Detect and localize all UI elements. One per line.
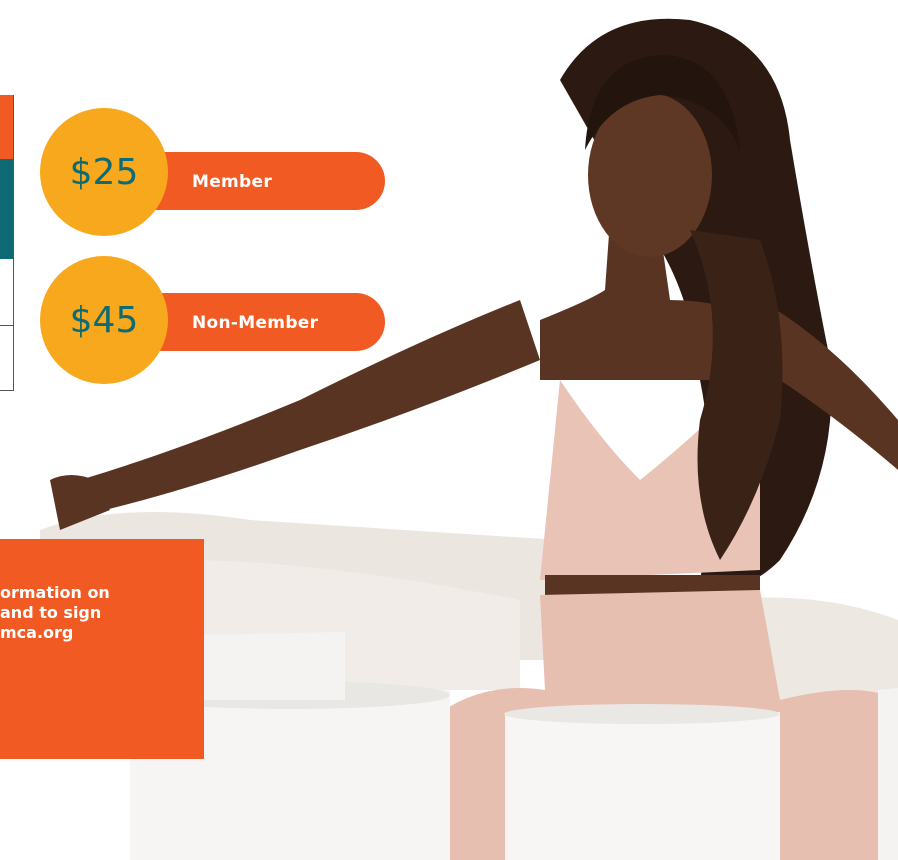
info-line-3: mca.org [0, 623, 74, 642]
info-text: ormation on and to sign mca.org [0, 583, 204, 643]
info-line-1: ormation on [0, 583, 110, 602]
non-member-price-circle: $45 [40, 256, 168, 384]
member-label: Member [192, 172, 273, 192]
price-member: Member $25 [40, 108, 385, 236]
info-box: ormation on and to sign mca.org [0, 539, 204, 759]
price-non-member: Non-Member $45 [40, 256, 385, 384]
non-member-label: Non-Member [192, 313, 319, 333]
non-member-price: $45 [69, 299, 139, 341]
member-price: $25 [69, 151, 139, 193]
info-line-2: and to sign [0, 603, 102, 622]
member-price-circle: $25 [40, 108, 168, 236]
